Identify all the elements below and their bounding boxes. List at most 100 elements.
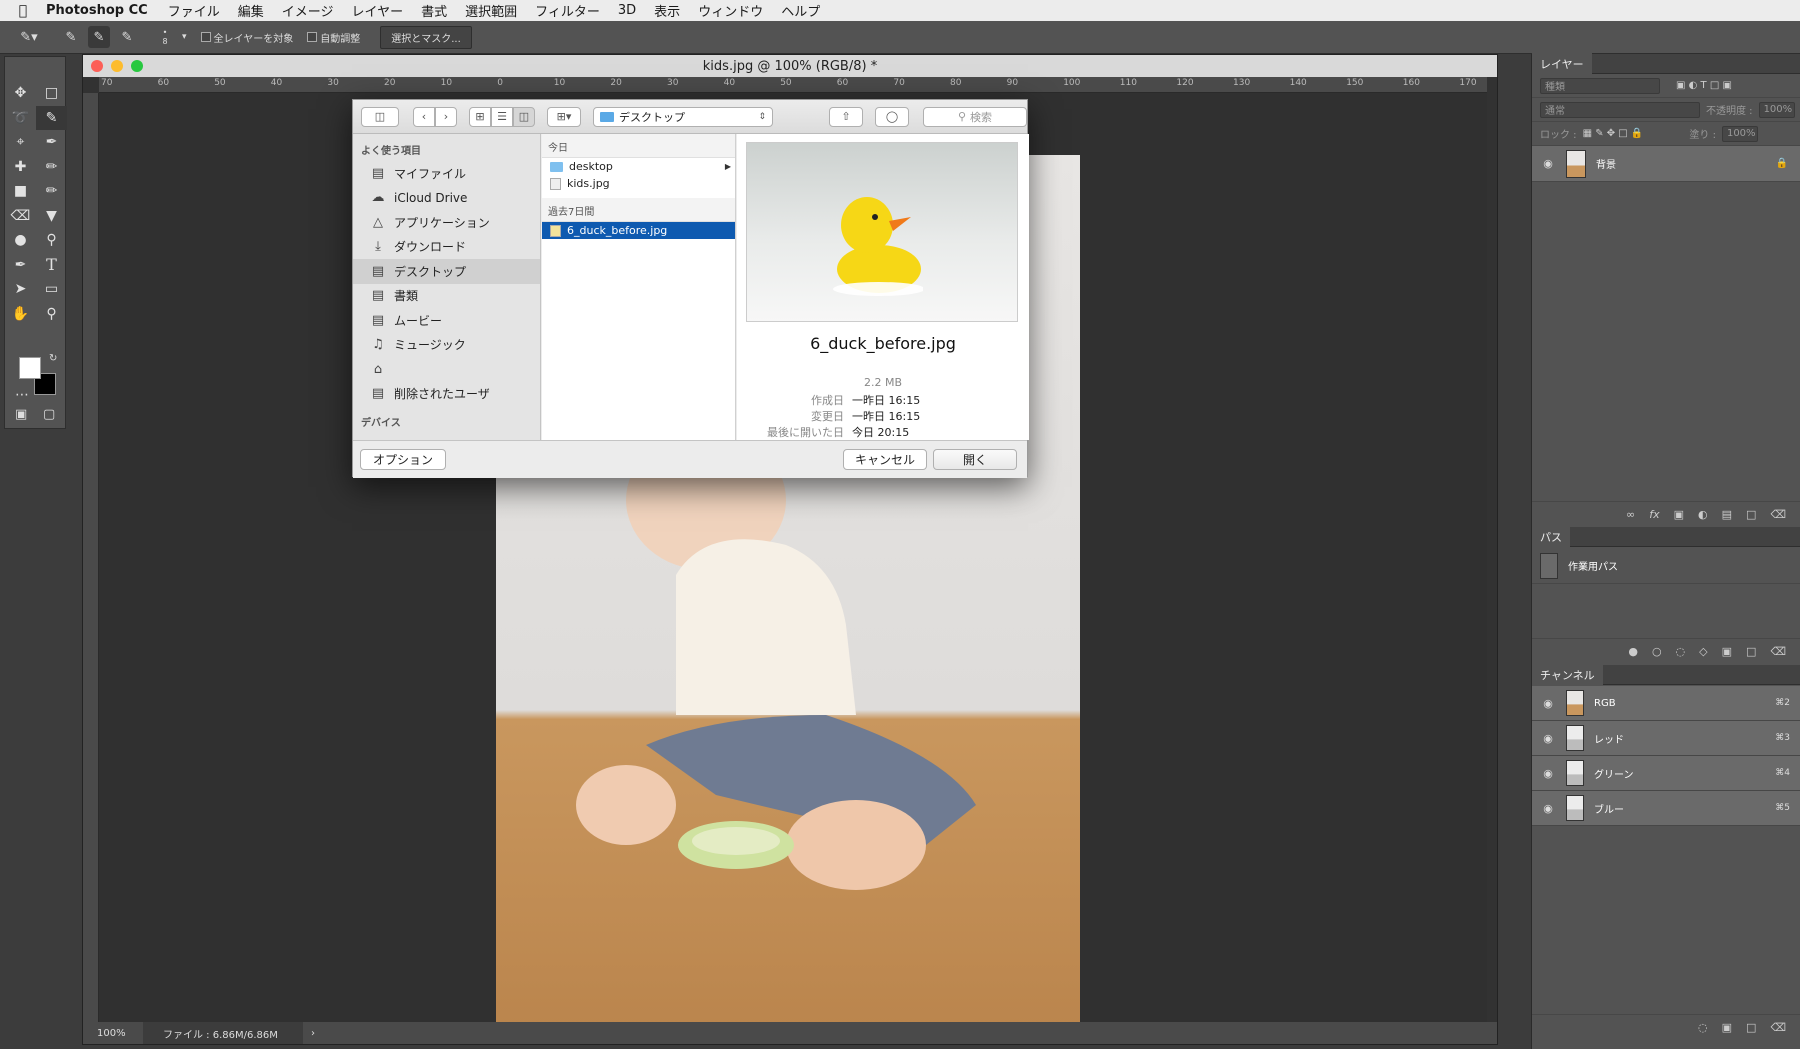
history-brush-icon[interactable]: ✏ [36,179,67,204]
quick-selection-tool-icon[interactable]: ✎ [36,105,67,130]
dodge-tool-icon[interactable]: ⚲ [36,228,67,253]
hand-tool-icon[interactable]: ✋ [5,302,36,327]
sidebar-item-home[interactable]: ⌂ [353,357,540,382]
list-item[interactable]: desktop ▶ [542,158,735,175]
tool-preset-picker[interactable]: ✎▾ [18,26,40,48]
arrange-menu-button[interactable]: ⊞▾ [547,106,581,127]
open-button[interactable]: 開く [933,449,1017,470]
eraser-tool-icon[interactable]: ⌫ [5,204,36,229]
paths-panel-tab[interactable]: パス [1532,525,1800,548]
layer-row-background[interactable]: ◉ 背景 🔒 [1532,146,1800,182]
chevron-right-icon[interactable]: › [311,1028,315,1039]
list-view-icon[interactable]: ☰ [491,106,513,127]
back-button[interactable]: ‹ [413,106,435,127]
screen-mode-icon[interactable]: ▢ [43,407,55,422]
brush-tool-icon[interactable]: ✏ [36,155,67,180]
new-path-icon[interactable]: □ [1746,645,1756,658]
channel-row-red[interactable]: ◉ レッド ⌘3 [1532,721,1800,756]
channel-row-green[interactable]: ◉ グリーン ⌘4 [1532,756,1800,791]
sidebar-item-documents[interactable]: ▤ 書類 [353,284,540,309]
minimize-window-button[interactable] [111,60,123,72]
zoom-tool-icon[interactable]: ⚲ [36,302,67,327]
menu-edit[interactable]: 編集 [238,1,264,20]
app-menu[interactable]: Photoshop CC [46,3,148,18]
quick-mask-icon[interactable]: ▣ [15,407,27,422]
new-channel-icon[interactable]: □ [1746,1021,1756,1034]
menu-image[interactable]: イメージ [282,1,334,20]
location-popup[interactable]: デスクトップ ⇕ [593,106,773,127]
file-size-info[interactable]: ファイル : 6.86M/6.86M [143,1022,303,1044]
sidebar-item-desktop[interactable]: ▤ デスクトップ [353,259,540,284]
menu-file[interactable]: ファイル [168,1,220,20]
lock-icons[interactable]: ▦ ✎ ✥ □ 🔒 [1583,128,1644,139]
select-and-mask-button[interactable]: 選択とマスク... [380,25,472,49]
swap-colors-icon[interactable]: ↻ [49,353,57,364]
filter-icons[interactable]: ▣ ◐ T □ ▣ [1676,80,1732,91]
sidebar-item-icloud-drive[interactable]: ☁ iCloud Drive [353,186,540,211]
menu-filter[interactable]: フィルター [535,1,600,20]
make-work-path-icon[interactable]: ◇ [1699,645,1707,658]
fill-path-icon[interactable]: ● [1628,645,1638,658]
tab-layers[interactable]: レイヤー [1532,52,1592,75]
save-selection-icon[interactable]: ▣ [1722,1021,1732,1034]
layer-kind-filter[interactable]: 種類 [1540,77,1660,94]
eyedropper-tool-icon[interactable]: ✒ [36,130,67,155]
add-mask-icon[interactable]: ▣ [1674,508,1684,521]
sample-all-layers-checkbox[interactable]: 全レイヤーを対象 [200,30,293,45]
healing-brush-icon[interactable]: ✚ [5,155,36,180]
trash-icon[interactable]: ⌫ [1770,508,1786,521]
pen-tool-icon[interactable]: ✒ [5,253,36,278]
lasso-tool-icon[interactable]: ➰ [5,106,36,131]
foreground-color-swatch[interactable] [19,357,41,379]
opacity-input[interactable]: 100% [1758,101,1795,118]
paint-bucket-icon[interactable]: ▼ [36,204,67,229]
sidebar-item-applications[interactable]: △ アプリケーション [353,210,540,235]
visibility-eye-icon[interactable]: ◉ [1540,767,1556,780]
brush-size-picker[interactable]: • 8 [154,26,176,48]
blur-tool-icon[interactable]: ● [5,228,36,253]
list-item[interactable]: kids.jpg [542,175,735,192]
visibility-eye-icon[interactable]: ◉ [1540,732,1556,745]
channel-row-rgb[interactable]: ◉ RGB ⌘2 [1532,686,1800,721]
add-mask-icon[interactable]: ▣ [1722,645,1732,658]
menu-type[interactable]: 書式 [421,1,447,20]
search-field[interactable]: ⚲ 検索 [923,106,1027,127]
menu-layer[interactable]: レイヤー [351,1,403,20]
sidebar-toggle-button[interactable]: ◫ [361,106,399,127]
fx-icon[interactable]: fx [1649,508,1659,521]
type-tool-icon[interactable]: T [36,253,67,278]
load-selection-icon[interactable]: ◌ [1676,645,1686,658]
stamp-tool-icon[interactable]: ■ [5,179,36,204]
icon-view-icon[interactable]: ⊞ [469,106,491,127]
auto-enhance-checkbox[interactable]: 自動調整 [307,30,360,45]
menu-help[interactable]: ヘルプ [781,1,820,20]
rectangle-tool-icon[interactable]: ▭ [36,277,67,302]
new-layer-icon[interactable]: □ [1746,508,1756,521]
link-layers-icon[interactable]: ∞ [1626,508,1635,521]
visibility-eye-icon[interactable]: ◉ [1540,802,1556,815]
forward-button[interactable]: › [435,106,457,127]
share-button[interactable]: ⇧ [829,106,863,127]
menu-view[interactable]: 表示 [654,1,680,20]
visibility-eye-icon[interactable]: ◉ [1540,157,1556,170]
tags-button[interactable]: ◯ [875,106,909,127]
tab-paths[interactable]: パス [1532,525,1570,548]
load-channel-selection-icon[interactable]: ◌ [1698,1021,1708,1034]
sidebar-item-movies[interactable]: ▤ ムービー [353,308,540,333]
column-view-icon[interactable]: ◫ [513,106,535,127]
subtract-selection-icon[interactable]: ✎ [116,26,138,48]
blend-mode-select[interactable]: 通常 [1540,101,1700,118]
menu-3d[interactable]: 3D [618,3,636,18]
new-selection-icon[interactable]: ✎ [60,26,82,48]
close-window-button[interactable] [91,60,103,72]
adjustment-layer-icon[interactable]: ◐ [1698,508,1708,521]
crop-tool-icon[interactable]: ⌖ [5,130,36,155]
trash-icon[interactable]: ⌫ [1770,1021,1786,1034]
fill-input[interactable]: 100% [1721,125,1758,142]
options-button[interactable]: オプション [360,449,446,470]
new-group-icon[interactable]: ▤ [1722,508,1732,521]
zoom-level[interactable]: 100% [83,1028,143,1039]
sidebar-item-all-my-files[interactable]: ▤ マイファイル [353,161,540,186]
channels-panel-tab[interactable]: チャンネル [1532,663,1800,686]
channel-row-blue[interactable]: ◉ ブルー ⌘5 [1532,791,1800,826]
